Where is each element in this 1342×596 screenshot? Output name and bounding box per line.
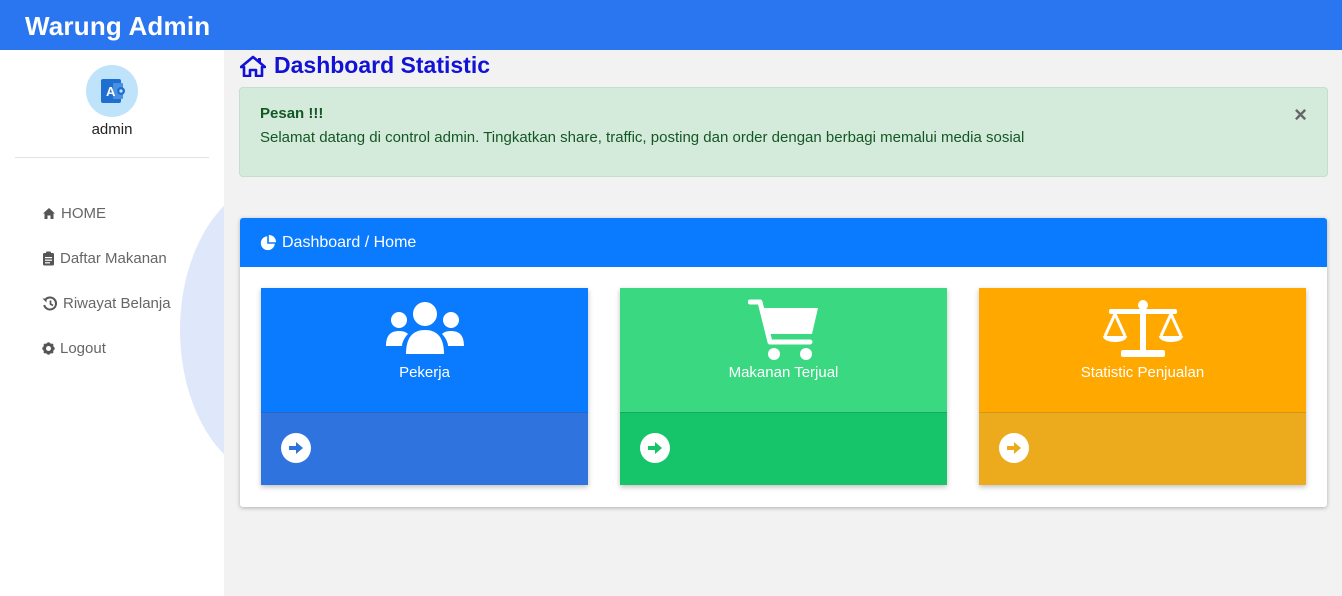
clipboard-icon [43, 251, 54, 265]
card-header: Makanan Terjual [620, 288, 947, 412]
alert-title: Pesan !!! [260, 105, 324, 122]
card-label: Pekerja [399, 364, 450, 381]
sidebar-item-label: Riwayat Belanja [63, 294, 171, 312]
home-icon [240, 55, 266, 77]
users-icon [385, 302, 464, 354]
home-icon [43, 207, 55, 219]
page-title-text: Dashboard Statistic [274, 52, 490, 78]
sidebar: A admin HOME Daftar Makanan Riwayat Bela… [0, 50, 224, 596]
card-header: Statistic Penjualan [979, 288, 1306, 412]
cart-icon [747, 299, 818, 360]
alert-message: Selamat datang di control admin. Tingkat… [260, 129, 1025, 146]
welcome-alert: Pesan !!! Selamat datang di control admi… [239, 87, 1328, 177]
avatar: A [86, 65, 138, 117]
sidebar-item-daftar-makanan[interactable]: Daftar Makanan [42, 247, 167, 269]
svg-text:A: A [106, 84, 116, 99]
card-pekerja[interactable]: Pekerja [261, 288, 588, 485]
card-header: Pekerja [261, 288, 588, 412]
top-navbar: Warung Admin [0, 0, 1342, 50]
card-label: Statistic Penjualan [1080, 364, 1205, 381]
gear-icon [42, 341, 55, 355]
sidebar-item-label: Logout [60, 339, 106, 357]
history-icon [42, 296, 57, 310]
username-label: admin [91, 121, 133, 138]
sidebar-item-logout[interactable]: Logout [42, 337, 106, 359]
pie-chart-icon [260, 234, 276, 250]
sidebar-item-home[interactable]: HOME [42, 202, 106, 224]
panel-header: Dashboard / Home [240, 218, 1327, 267]
sidebar-item-label: Daftar Makanan [60, 249, 167, 267]
arrow-right-icon[interactable] [999, 433, 1029, 463]
panel-title: Dashboard / Home [282, 233, 417, 251]
dashboard-panel: Dashboard / Home Pekerja Makanan Terjual… [240, 218, 1327, 507]
sidebar-divider [15, 157, 209, 158]
sidebar-item-riwayat-belanja[interactable]: Riwayat Belanja [42, 292, 171, 314]
admin-app-icon: A [101, 79, 125, 103]
arrow-right-icon[interactable] [281, 433, 311, 463]
sidebar-item-label: HOME [61, 204, 106, 222]
card-label: Makanan Terjual [728, 364, 839, 381]
card-statistic-penjualan[interactable]: Statistic Penjualan [979, 288, 1306, 485]
card-footer [620, 412, 947, 485]
balance-scale-icon [1102, 300, 1183, 357]
close-icon[interactable]: × [1294, 104, 1307, 126]
app-title[interactable]: Warung Admin [25, 11, 210, 42]
arrow-right-icon[interactable] [640, 433, 670, 463]
card-footer [979, 412, 1306, 485]
card-footer [261, 412, 588, 485]
card-makanan-terjual[interactable]: Makanan Terjual [620, 288, 947, 485]
sidebar-decoration [180, 180, 224, 480]
page-title: Dashboard Statistic [240, 52, 490, 79]
